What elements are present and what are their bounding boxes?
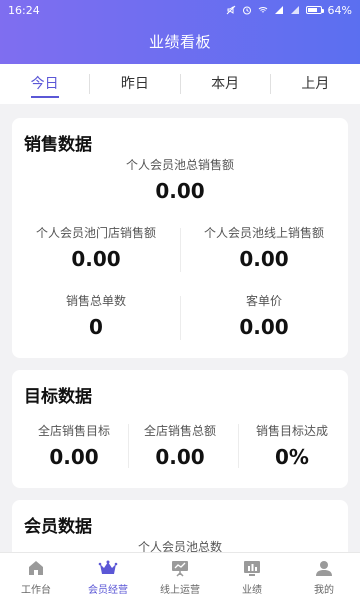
presentation-icon [172,560,188,577]
goal-rate: 销售目标达成 0% [236,422,348,469]
online-sales: 个人会员池线上销售额 0.00 [180,224,348,271]
nav-label: 我的 [314,584,334,596]
user-icon [316,560,332,576]
store-total-value: 0.00 [155,445,205,469]
home-icon [29,560,43,575]
goal-rate-value: 0% [275,445,309,469]
online-sales-label: 个人会员池线上销售额 [203,226,324,240]
nav-label: 会员经营 [88,584,128,596]
store-sales-label: 个人会员池门店销售额 [35,226,156,240]
total-sales-label: 个人会员池总销售额 [125,158,234,172]
tab-last-month[interactable]: 上月 [271,64,360,104]
header: 16:24 64% 业绩看板 [0,0,360,64]
store-goal-label: 全店销售目标 [37,424,110,438]
nav-workbench[interactable]: 工作台 [0,553,72,600]
crown-icon [98,560,118,574]
target-card: 目标数据 全店销售目标 0.00 全店销售总额 0.00 销售目标达成 0% [12,370,348,488]
nav-performance[interactable]: 业绩 [216,553,288,600]
status-icons: 64% [226,4,352,17]
status-bar: 16:24 64% [0,0,360,20]
chart-icon [244,560,260,576]
mute-icon [226,5,235,15]
wifi-icon [258,7,267,13]
bottom-nav: 工作台 会员经营 线上运营 业绩 我的 [0,552,360,600]
nav-label: 线上运营 [160,584,200,596]
online-sales-value: 0.00 [239,247,289,271]
target-title: 目标数据 [24,387,92,407]
sales-title: 销售数据 [24,135,92,155]
store-sales: 个人会员池门店销售额 0.00 [12,224,180,271]
tab-yesterday[interactable]: 昨日 [90,64,179,104]
order-count-label: 销售总单数 [65,294,126,308]
battery-level: 64% [327,3,352,17]
alarm-icon [242,6,251,15]
signal-icon [274,6,283,14]
signal2-icon [290,6,299,14]
nav-mine[interactable]: 我的 [288,553,360,600]
nav-online-ops[interactable]: 线上运营 [144,553,216,600]
store-total: 全店销售总额 0.00 [124,422,236,469]
total-sales-value: 0.00 [155,179,205,203]
date-tabs: 今日 昨日 本月 上月 [0,64,360,104]
store-goal: 全店销售目标 0.00 [12,422,136,469]
status-time: 16:24 [8,3,40,17]
avg-order: 客单价 0.00 [180,292,348,339]
avg-order-value: 0.00 [239,315,289,339]
page-title: 业绩看板 [148,33,211,51]
battery-icon [305,6,324,14]
nav-member-ops[interactable]: 会员经营 [72,553,144,600]
order-count-value: 0 [89,315,103,339]
goal-rate-label: 销售目标达成 [255,424,328,438]
tab-today[interactable]: 今日 [0,64,89,104]
avg-order-label: 客单价 [245,294,282,308]
store-total-label: 全店销售总额 [143,424,216,438]
tab-this-month[interactable]: 本月 [181,64,270,104]
nav-label: 工作台 [21,584,51,596]
sales-card: 销售数据 个人会员池总销售额 0.00 个人会员池门店销售额 0.00 个人会员… [12,118,348,358]
total-sales: 个人会员池总销售额 0.00 [12,156,348,203]
store-goal-value: 0.00 [49,445,99,469]
nav-label: 业绩 [242,584,262,596]
store-sales-value: 0.00 [71,247,121,271]
member-title: 会员数据 [24,517,92,537]
order-count: 销售总单数 0 [12,292,180,339]
